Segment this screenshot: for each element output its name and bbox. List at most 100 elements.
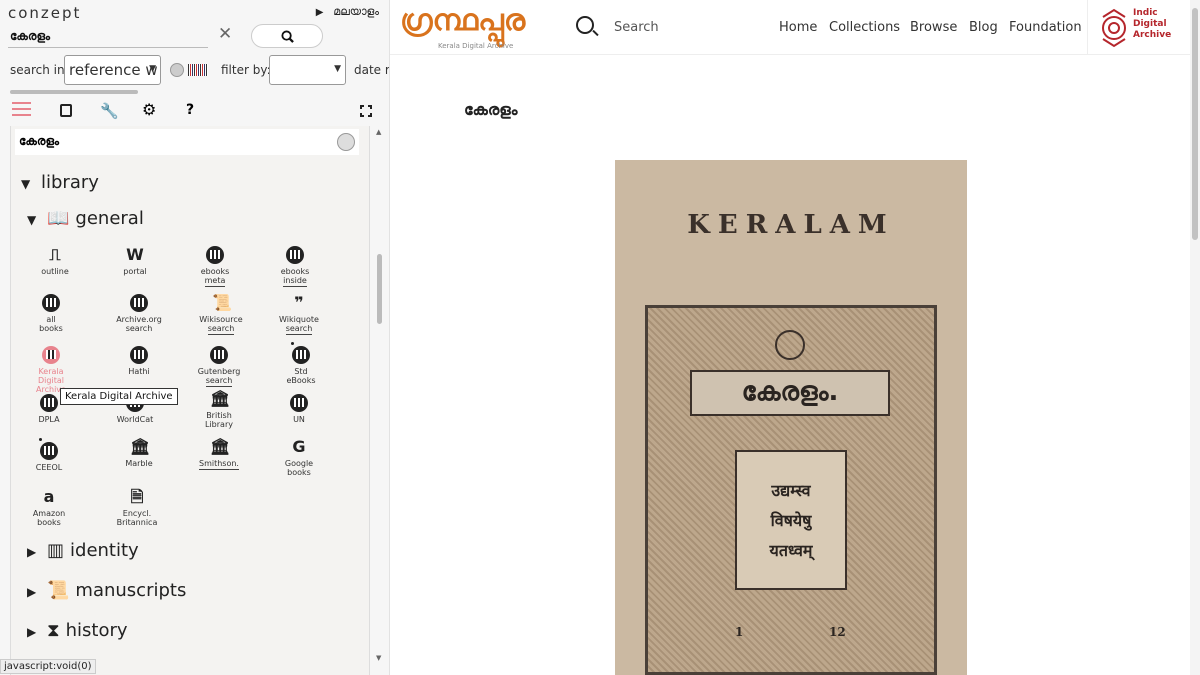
- site-header: ഗ്രന്ഥപ്പുര Kerala Digital Archive Searc…: [390, 0, 1200, 55]
- list-item[interactable]: Std eBooks: [271, 342, 331, 385]
- archive-icon: [210, 346, 228, 364]
- page-scrollbar[interactable]: [1190, 0, 1200, 675]
- wrench-icon[interactable]: 🔧: [100, 102, 119, 120]
- triangle-down-icon: ▼: [27, 213, 37, 227]
- list-item[interactable]: 🏛 British Library: [189, 389, 249, 430]
- list-item[interactable]: ❞ Wikiquote search: [269, 293, 329, 335]
- nav-collections[interactable]: Collections: [829, 20, 900, 35]
- section-general[interactable]: ▼ 📖 general: [27, 208, 144, 229]
- tooltip: Kerala Digital Archive: [60, 388, 178, 405]
- archive-icon: [286, 246, 304, 264]
- topic-title: കേരളം: [19, 134, 60, 148]
- google-icon: G: [292, 437, 306, 456]
- list-item[interactable]: 🏛 Marble: [109, 437, 169, 469]
- archive-icon: [40, 394, 58, 412]
- book-icon: 📖: [47, 208, 70, 229]
- bookmark-icon[interactable]: [60, 104, 72, 117]
- site-logo[interactable]: ഗ്രന്ഥപ്പുര Kerala Digital Archive: [400, 4, 565, 52]
- section-library[interactable]: ▼ library: [21, 172, 99, 193]
- hourglass-icon: ⧗: [47, 620, 60, 641]
- archive-icon: [130, 294, 148, 312]
- gear-icon[interactable]: ⚙: [142, 100, 156, 119]
- list-item[interactable]: all books: [21, 294, 81, 333]
- wikipedia-icon[interactable]: [337, 133, 355, 151]
- list-item[interactable]: a Amazon books: [19, 488, 79, 528]
- list-item[interactable]: UN: [269, 394, 329, 424]
- section-manuscripts[interactable]: ▶ 📜 manuscripts: [27, 580, 186, 601]
- triangle-down-icon: ▼: [21, 177, 31, 191]
- section-identity[interactable]: ▶ ▥ identity: [27, 540, 139, 561]
- search-options: search in: reference w ▼ filter by: ▼ dat…: [0, 54, 389, 86]
- nav-browse[interactable]: Browse: [910, 20, 957, 35]
- page-title: കേരളം: [464, 100, 518, 119]
- cover-number: 12: [829, 625, 846, 639]
- barcode-icon: ▥: [47, 540, 65, 561]
- search-icon[interactable]: [576, 16, 594, 34]
- archive-icon: [290, 394, 308, 412]
- barcode-icon[interactable]: [188, 64, 208, 76]
- list-item[interactable]: Gutenberg search: [189, 346, 249, 387]
- ida-logo[interactable]: Indic Digital Archive: [1087, 0, 1200, 55]
- vertical-scrollbar[interactable]: ▲ ▼: [376, 128, 384, 663]
- list-item[interactable]: Wportal: [105, 245, 165, 277]
- site-search-input[interactable]: Search: [614, 20, 659, 35]
- document-icon: 🗎: [130, 487, 144, 506]
- scroll-up-icon[interactable]: ▲: [376, 128, 381, 136]
- search-button[interactable]: [251, 24, 323, 48]
- list-item[interactable]: Hathi: [109, 346, 169, 376]
- archive-icon: [42, 294, 60, 312]
- archive-icon: [39, 438, 58, 460]
- scrollbar-thumb[interactable]: [377, 254, 382, 324]
- nav-blog[interactable]: Blog: [969, 20, 998, 35]
- status-bar: javascript:void(0): [0, 659, 96, 674]
- wikipedia-w-icon: W: [126, 245, 144, 264]
- content-frame: ഗ്രന്ഥപ്പുര Kerala Digital Archive Searc…: [390, 0, 1200, 675]
- language-selector[interactable]: ▶ മലയാളം: [316, 5, 379, 19]
- menu-icon[interactable]: [12, 102, 31, 120]
- outline-icon: ⎍: [49, 245, 61, 264]
- triangle-right-icon: ▶: [27, 545, 37, 559]
- wikipedia-icon[interactable]: [170, 63, 184, 77]
- scrollbar-thumb[interactable]: [1192, 8, 1198, 240]
- list-item[interactable]: G Google books: [269, 437, 329, 478]
- list-item[interactable]: CEEOL: [19, 438, 79, 472]
- scroll-down-icon[interactable]: ▼: [376, 654, 381, 662]
- fullscreen-icon[interactable]: [360, 105, 372, 117]
- language-label: മലയാളം: [333, 5, 379, 18]
- book-cover-image[interactable]: KERALAM കേരളം. उद्यम्स्व विषयेषु यतध्वम् 1…: [615, 160, 967, 675]
- conzept-sidebar: conzept ▶ മലയാളം കേരളം ✕ search in: refer…: [0, 0, 390, 675]
- section-history[interactable]: ▶ ⧗ history: [27, 620, 128, 641]
- museum-icon: 🏛: [210, 389, 231, 408]
- quote-icon: ❞: [294, 293, 304, 312]
- filter-by-label: filter by:: [221, 63, 271, 77]
- help-icon[interactable]: ?: [186, 102, 194, 118]
- list-item[interactable]: ebooks inside: [265, 246, 325, 287]
- list-item[interactable]: 📜 Wikisource search: [191, 293, 251, 335]
- scroll-icon: 📜: [212, 293, 232, 312]
- triangle-right-icon: ▶: [27, 625, 37, 639]
- archive-icon: [130, 346, 148, 364]
- sun-ornament: [775, 330, 805, 360]
- archive-icon: [206, 246, 224, 264]
- list-item[interactable]: Kerala Digital Archive: [21, 346, 81, 394]
- ida-mark-icon: [1102, 8, 1126, 48]
- search-in-label: search in:: [10, 63, 69, 77]
- search-in-select[interactable]: reference w ▼: [64, 55, 161, 85]
- triangle-right-icon: ▶: [27, 585, 37, 599]
- museum-icon: 🏛: [130, 437, 151, 456]
- list-item[interactable]: 🗎 Encycl. Britannica: [107, 487, 167, 528]
- filter-by-select[interactable]: ▼: [269, 55, 346, 85]
- list-item[interactable]: Archive.org search: [109, 294, 169, 333]
- list-item[interactable]: ebooks meta: [185, 246, 245, 287]
- list-item[interactable]: ⎍ outline: [25, 245, 85, 277]
- nav-home[interactable]: Home: [779, 20, 817, 35]
- list-item[interactable]: 🏛 Smithson.: [189, 438, 249, 470]
- clear-icon[interactable]: ✕: [218, 24, 232, 44]
- nav-foundation[interactable]: Foundation: [1009, 20, 1082, 35]
- scroll-icon: 📜: [47, 580, 70, 601]
- search-input[interactable]: കേരളം: [8, 26, 208, 48]
- cover-scroll: उद्यम्स्व विषयेषु यतध्वम्: [735, 450, 847, 590]
- app-brand[interactable]: conzept: [8, 4, 81, 22]
- horizontal-scrollbar[interactable]: [10, 90, 138, 94]
- search-icon: [280, 29, 294, 43]
